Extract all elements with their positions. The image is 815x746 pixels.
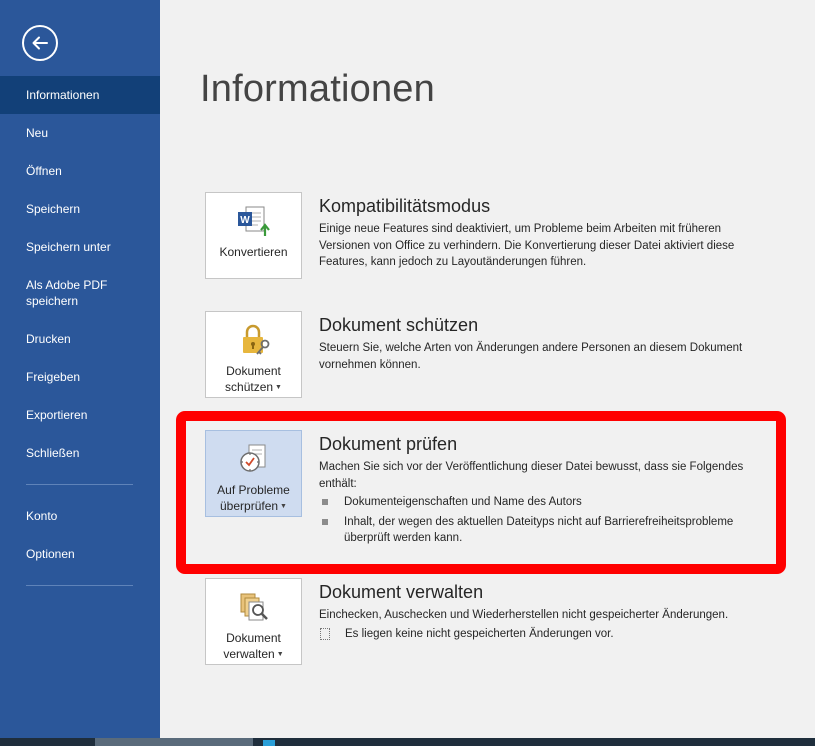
nav-item-als-adobe-pdf-speichern[interactable]: Als Adobe PDF speichern [0,266,160,320]
document-icon [320,628,330,640]
bullet-text: Inhalt, der wegen des aktuellen Dateityp… [344,515,734,545]
nav-item-exportieren[interactable]: Exportieren [0,396,160,434]
compat-mode-title: Kompatibilitätsmodus [319,196,491,216]
taskbar [0,738,815,746]
nav-item-speichern-unter[interactable]: Speichern unter [0,228,160,266]
manage-label-line1: Dokument [226,631,281,645]
bullet-text: Dokumenteigenschaften und Name des Autor… [344,496,582,508]
backstage-nav: Informationen Neu Öffnen Speichern Speic… [0,76,160,598]
backstage-sidebar: Informationen Neu Öffnen Speichern Speic… [0,0,160,746]
nav-item-konto[interactable]: Konto [0,497,160,535]
convert-button-label: Konvertieren [219,245,288,259]
lock-key-icon [236,323,272,357]
check-for-issues-label: Auf Probleme überprüfen ▼ [217,482,290,515]
word-convert-icon: W [236,204,272,238]
manage-document-description: Einchecken, Auschecken und Wiederherstel… [319,609,729,621]
arrow-left-icon [32,36,48,50]
nav-item-drucken[interactable]: Drucken [0,320,160,358]
protect-document-button[interactable]: Dokument schützen ▼ [205,311,302,398]
nav-item-schliessen[interactable]: Schließen [0,434,160,472]
unsaved-changes-info: Es liegen keine nicht gespeicherten Ände… [320,628,614,640]
dropdown-caret-icon: ▼ [276,651,284,658]
protect-label-line2: schützen [225,380,274,394]
unsaved-changes-text: Es liegen keine nicht gespeicherten Ände… [345,628,614,640]
protect-label-line1: Dokument [226,364,281,378]
compat-mode-description: Einige neue Features sind deaktiviert, u… [319,223,735,268]
convert-button[interactable]: W Konvertieren [205,192,302,279]
nav-item-optionen[interactable]: Optionen [0,535,160,573]
bullet-square-icon [322,518,328,525]
dropdown-caret-icon: ▼ [280,503,287,510]
backstage-content: Informationen W Konvertieren Kompatibili… [160,0,815,738]
check-label-line1: Auf Probleme [217,483,290,497]
bullet-square-icon [322,499,328,505]
list-item: Dokumenteigenschaften und Name des Autor… [322,494,762,511]
check-for-issues-button[interactable]: Auf Probleme überprüfen ▼ [205,430,302,517]
inspect-document-title: Dokument prüfen [319,434,458,454]
svg-text:W: W [240,215,250,226]
nav-item-oeffnen[interactable]: Öffnen [0,152,160,190]
protect-document-label: Dokument schützen ▼ [225,363,282,396]
protect-document-description: Steuern Sie, welche Arten von Änderungen… [319,342,743,371]
inspect-document-icon [236,442,272,476]
nav-item-informationen[interactable]: Informationen [0,76,160,114]
check-label-line2: überprüfen [220,499,279,513]
nav-item-neu[interactable]: Neu [0,114,160,152]
nav-item-speichern[interactable]: Speichern [0,190,160,228]
inspect-document-bullets: Dokumenteigenschaften und Name des Autor… [322,494,762,550]
taskbar-item[interactable] [95,738,253,746]
dropdown-caret-icon: ▼ [275,384,282,391]
manage-label-line2: verwalten [223,647,275,661]
inspect-document-description: Machen Sie sich vor der Veröffentlichung… [319,461,744,490]
page-title: Informationen [200,68,435,110]
protect-document-title: Dokument schützen [319,315,479,335]
manage-document-label: Dokument verwalten ▼ [223,630,283,663]
list-item: Inhalt, der wegen des aktuellen Dateityp… [322,514,762,547]
manage-versions-icon [236,590,272,624]
manage-document-button[interactable]: Dokument verwalten ▼ [205,578,302,665]
nav-divider [26,484,133,485]
manage-document-title: Dokument verwalten [319,582,484,602]
taskbar-app-icon[interactable] [263,740,275,746]
nav-item-freigeben[interactable]: Freigeben [0,358,160,396]
nav-divider [26,585,133,586]
back-button[interactable] [22,25,58,61]
